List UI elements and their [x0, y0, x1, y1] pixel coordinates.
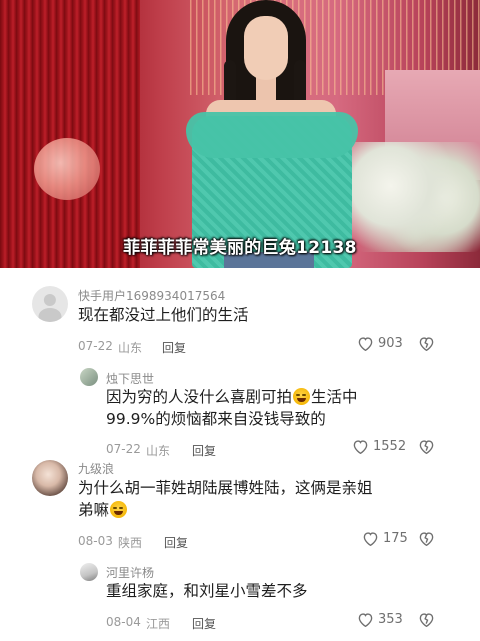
video-frame[interactable]: 菲菲菲菲常美丽的巨兔12138: [0, 0, 480, 268]
broken-heart-icon: [418, 336, 435, 351]
comment-username[interactable]: 河里许杨: [106, 564, 154, 581]
comment-date: 07-22: [78, 339, 113, 353]
like-button[interactable]: 1552: [352, 439, 406, 454]
reply-button[interactable]: 回复: [164, 534, 188, 551]
comment-list[interactable]: 快手用户1698934017564 现在都没过上他们的生活 07-22 山东 回…: [0, 268, 480, 641]
comment-text: 重组家庭，和刘星小雪差不多: [106, 582, 308, 600]
heart-icon: [357, 336, 374, 351]
broken-heart-icon: [418, 612, 435, 627]
dislike-button[interactable]: [418, 439, 435, 454]
comment-date: 07-22: [106, 442, 141, 456]
comment-location: 山东: [118, 341, 143, 355]
like-button[interactable]: 903: [357, 336, 403, 351]
pink-lamp: [34, 138, 100, 200]
user-avatar[interactable]: [80, 368, 98, 386]
comment-text: 为什么胡一菲姓胡陆展博姓陆，这俩是亲姐: [78, 479, 373, 497]
comment-text-line: 弟嘛: [78, 499, 128, 521]
video-caption: 菲菲菲菲常美丽的巨兔12138: [123, 238, 357, 258]
dislike-button[interactable]: [418, 336, 435, 351]
like-count: 175: [383, 531, 408, 546]
reply-button[interactable]: 回复: [192, 615, 216, 632]
heart-icon: [352, 439, 369, 454]
broken-heart-icon: [418, 439, 435, 454]
woman-in-green-blouse: [186, 0, 366, 268]
like-button[interactable]: 353: [357, 612, 403, 627]
comment-text-line: 99.9%的烦恼都来自没钱导致的: [106, 410, 326, 428]
comment-username[interactable]: 快手用户1698934017564: [78, 287, 225, 304]
comment-location: 江西: [146, 617, 171, 631]
comment-location: 山东: [146, 444, 171, 458]
dislike-button[interactable]: [418, 531, 435, 546]
comment-date: 08-04: [106, 615, 141, 629]
red-curtain: [0, 0, 140, 268]
like-count: 1552: [373, 439, 407, 454]
laughing-emoji: [293, 388, 311, 405]
comment-username[interactable]: 九级浪: [78, 460, 114, 477]
comment-text: 因为穷的人没什么喜剧可拍 生活中: [106, 388, 358, 406]
comment-text: 现在都没过上他们的生活: [78, 306, 249, 324]
user-avatar[interactable]: [80, 563, 98, 581]
broken-heart-icon: [418, 531, 435, 546]
like-button[interactable]: 175: [362, 531, 408, 546]
reply-button[interactable]: 回复: [162, 339, 186, 356]
heart-icon: [362, 531, 379, 546]
heart-icon: [357, 612, 374, 627]
default-avatar[interactable]: [32, 286, 68, 322]
dislike-button[interactable]: [418, 612, 435, 627]
user-avatar[interactable]: [32, 460, 68, 496]
reply-button[interactable]: 回复: [192, 442, 216, 459]
comment-location: 陕西: [118, 536, 143, 550]
comment-username[interactable]: 烛下思世: [106, 370, 154, 387]
like-count: 903: [378, 336, 403, 351]
laughing-emoji: [110, 501, 128, 518]
comment-date: 08-03: [78, 534, 113, 548]
like-count: 353: [378, 612, 403, 627]
